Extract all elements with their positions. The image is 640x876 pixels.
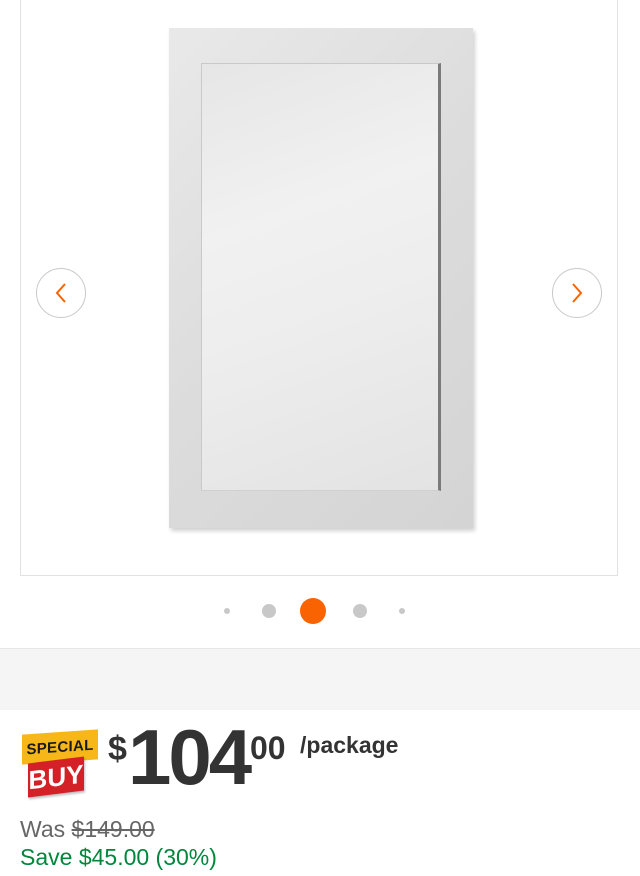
chevron-right-icon: [572, 283, 583, 303]
product-image-gallery: [0, 0, 640, 648]
special-buy-badge: SPECIAL BUY: [22, 729, 98, 798]
carousel-dot-1[interactable]: [224, 608, 230, 614]
price-currency: $: [108, 730, 127, 768]
mirror-glass: [201, 63, 441, 491]
was-label: Was: [20, 816, 66, 842]
product-image: [169, 28, 473, 528]
carousel-dot-4[interactable]: [353, 604, 367, 618]
next-image-button[interactable]: [552, 268, 602, 318]
price-cents: 00: [250, 730, 286, 766]
carousel-pagination: [0, 598, 640, 624]
price-whole: 104: [128, 713, 252, 801]
savings-text: Save $45.00 (30%): [20, 844, 217, 870]
chevron-left-icon: [55, 283, 66, 303]
carousel-dot-2[interactable]: [262, 604, 276, 618]
price-unit: /package: [300, 732, 399, 758]
was-price: $149.00: [71, 816, 155, 842]
carousel-dot-5[interactable]: [399, 608, 405, 614]
was-price-line: Was $149.00: [20, 816, 155, 843]
product-image-frame[interactable]: [20, 0, 618, 576]
previous-image-button[interactable]: [36, 268, 86, 318]
section-divider: [0, 648, 640, 711]
price-section: SPECIAL BUY $ 104 00 /package Was $149.0…: [0, 710, 640, 876]
badge-buy-label: BUY: [28, 756, 84, 798]
carousel-dot-active[interactable]: [300, 598, 326, 624]
